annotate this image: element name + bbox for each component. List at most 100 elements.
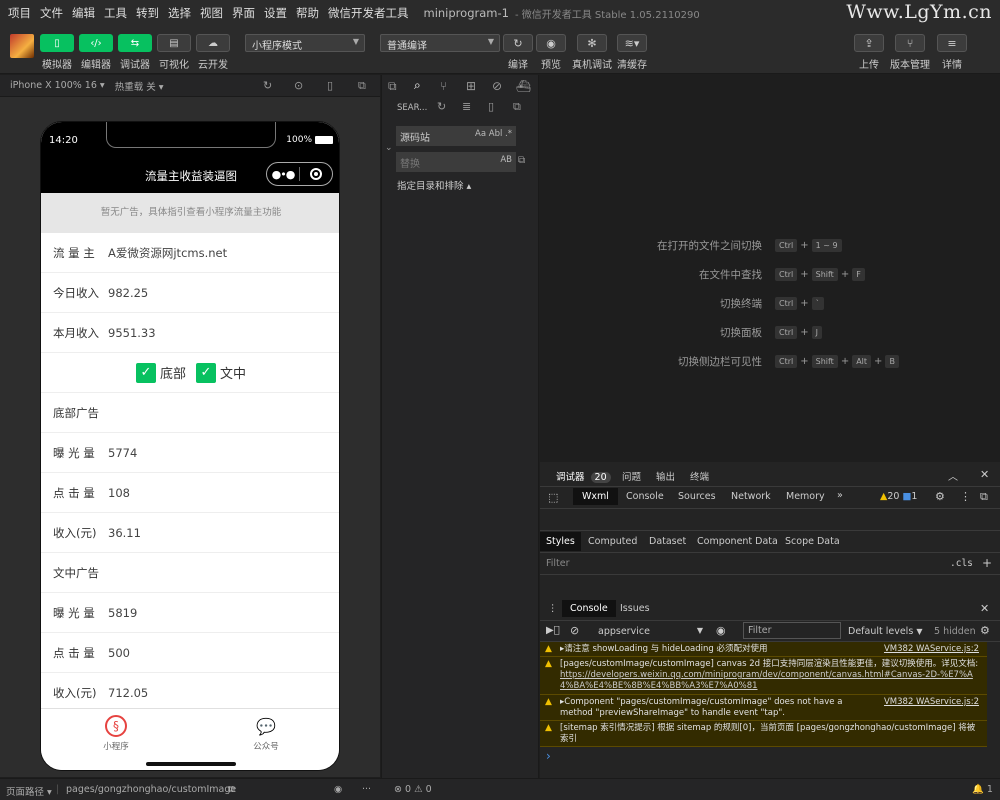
tab-miniprogram[interactable]: § 小程序 (86, 715, 146, 752)
details-button[interactable]: ≡ (937, 34, 967, 52)
checkbox-inline[interactable]: ✓ 文中 (196, 362, 246, 383)
tab-output[interactable]: 输出 (656, 469, 675, 483)
tab-wxml[interactable]: Wxml (573, 488, 618, 505)
gear-icon[interactable]: ⚙ (980, 624, 990, 637)
console-filter-input[interactable]: Filter (743, 622, 841, 639)
replace-input[interactable]: 替换 AB (396, 152, 516, 172)
collapse-icon[interactable]: ⧉ (513, 100, 521, 114)
menu-goto[interactable]: 转到 (136, 5, 159, 21)
gear-icon[interactable]: ⚙ (935, 490, 945, 503)
issue-counts[interactable]: ▲20 ■1 (880, 491, 917, 502)
tab-debugger[interactable]: 调试器 20 (556, 469, 611, 483)
clear-results-icon[interactable]: ≣ (462, 100, 471, 113)
collapse-icon[interactable]: ︿ (948, 468, 958, 483)
clear-cache-button[interactable]: ≋▾ (617, 34, 647, 52)
menu-project[interactable]: 项目 (8, 5, 31, 21)
copy-icon[interactable]: ⧉ (228, 784, 235, 795)
cloud-button[interactable]: ☁ (196, 34, 230, 52)
tab-network[interactable]: Network (731, 491, 771, 502)
avatar[interactable] (10, 34, 34, 58)
checkbox-bottom[interactable]: ✓ 底部 (135, 362, 186, 383)
editor-button[interactable]: ‹/› (79, 34, 113, 52)
notifications[interactable]: 🔔 1 (972, 784, 993, 795)
search-options[interactable]: Aa Abl .* (475, 129, 512, 139)
tab-computed[interactable]: Computed (588, 536, 637, 547)
tab-official[interactable]: 💬 公众号 (236, 715, 296, 753)
tab-console-drawer[interactable]: Console (562, 600, 616, 617)
message-source-link[interactable]: VM382 WAService.js:2 (884, 697, 979, 708)
compile-button[interactable]: ↻ (503, 34, 533, 52)
sidebar-toggle-icon[interactable]: ▶⃞ (546, 625, 560, 636)
mode-select[interactable]: 小程序模式 ▼ (245, 34, 365, 52)
phone-icon[interactable]: ▯ (327, 79, 333, 92)
simulator-button[interactable]: ▯ (40, 34, 74, 52)
more-dots-icon[interactable]: ●•● (267, 168, 299, 181)
more-tabs-icon[interactable]: » (837, 490, 843, 501)
more-icon[interactable]: ··· (362, 784, 371, 795)
new-search-icon[interactable]: ▯ (488, 100, 494, 113)
docker-icon[interactable]: ⛴ (516, 79, 531, 93)
cls-toggle[interactable]: .cls (950, 558, 973, 569)
extensions-icon[interactable]: ⊞ (466, 79, 476, 93)
menu-interface[interactable]: 界面 (232, 5, 255, 21)
menu-wechat-devtools[interactable]: 微信开发者工具 (328, 5, 409, 21)
menu-view[interactable]: 视图 (200, 5, 223, 21)
add-rule-icon[interactable]: + (982, 556, 992, 570)
message-source-link[interactable]: VM382 WAService.js:2 (884, 644, 979, 655)
kebab-icon[interactable]: ⋮ (548, 603, 558, 614)
menu-help[interactable]: 帮助 (296, 5, 319, 21)
menu-edit[interactable]: 编辑 (72, 5, 95, 21)
git-icon[interactable]: ⑂ (440, 79, 447, 93)
rotate-icon[interactable]: ↻ (263, 79, 272, 92)
context-select[interactable]: appservice ▼ (598, 626, 703, 637)
close-target-icon[interactable] (300, 168, 332, 180)
files-icon[interactable]: ⧉ (388, 79, 397, 94)
device-select[interactable]: iPhone X 100% 16 ▾ (10, 80, 105, 91)
styles-filter-input[interactable]: Filter (546, 558, 570, 569)
debug-icon[interactable]: ⊘ (492, 79, 502, 93)
console-prompt[interactable]: › (546, 749, 551, 763)
tab-styles[interactable]: Styles (540, 532, 581, 551)
eye-icon[interactable]: ◉ (716, 624, 726, 637)
record-icon[interactable]: ⊙ (294, 79, 303, 92)
block-icon[interactable]: ⊘ (570, 624, 579, 637)
remote-debug-button[interactable]: ✻ (577, 34, 607, 52)
docs-link[interactable]: https://developers.weixin.qq.com/minipro… (560, 670, 973, 691)
chevron-down-icon[interactable]: ⌄ (385, 143, 393, 153)
tab-dataset[interactable]: Dataset (649, 536, 686, 547)
tab-terminal[interactable]: 终端 (690, 469, 709, 483)
replace-all-option[interactable]: AB (500, 155, 512, 165)
tab-scope-data[interactable]: Scope Data (785, 536, 840, 547)
inspect-icon[interactable]: ⬚ (548, 491, 558, 504)
tab-memory[interactable]: Memory (786, 491, 825, 502)
search-icon[interactable]: ⌕ (414, 78, 421, 93)
menu-settings[interactable]: 设置 (264, 5, 287, 21)
visual-button[interactable]: ▤ (157, 34, 191, 52)
compile-select[interactable]: 普通编译 ▼ (380, 34, 500, 52)
close-icon[interactable]: ✕ (980, 602, 989, 615)
menu-tools[interactable]: 工具 (104, 5, 127, 21)
refresh-icon[interactable]: ↻ (437, 100, 446, 113)
replace-all-icon[interactable]: ⧉ (518, 155, 525, 166)
popout-icon[interactable]: ⧉ (358, 79, 366, 93)
dock-icon[interactable]: ⧉ (980, 490, 988, 504)
tab-problems[interactable]: 问题 (622, 469, 641, 483)
search-input[interactable]: 源码站 Aa Abl .* (396, 126, 516, 146)
kebab-icon[interactable]: ⋮ (960, 490, 971, 503)
close-icon[interactable]: ✕ (980, 468, 989, 481)
include-exclude-toggle[interactable]: 指定目录和排除 ▴ (397, 178, 471, 192)
version-button[interactable]: ⑂ (895, 34, 925, 52)
tab-sources[interactable]: Sources (678, 491, 716, 502)
tab-console[interactable]: Console (626, 491, 664, 502)
menu-select[interactable]: 选择 (168, 5, 191, 21)
levels-select[interactable]: Default levels ▼ (848, 626, 922, 637)
debugger-button[interactable]: ⇆ (118, 34, 152, 52)
problems-indicator[interactable]: ⊗ 0 ⚠ 0 (394, 784, 432, 795)
hot-reload-select[interactable]: 热重载 关 ▾ (115, 79, 164, 93)
preview-button[interactable]: ◉ (536, 34, 566, 52)
tab-issues[interactable]: Issues (620, 603, 650, 614)
eye-icon[interactable]: ◉ (334, 784, 342, 795)
menu-file[interactable]: 文件 (40, 5, 63, 21)
tab-component-data[interactable]: Component Data (697, 536, 778, 547)
upload-button[interactable]: ⇪ (854, 34, 884, 52)
